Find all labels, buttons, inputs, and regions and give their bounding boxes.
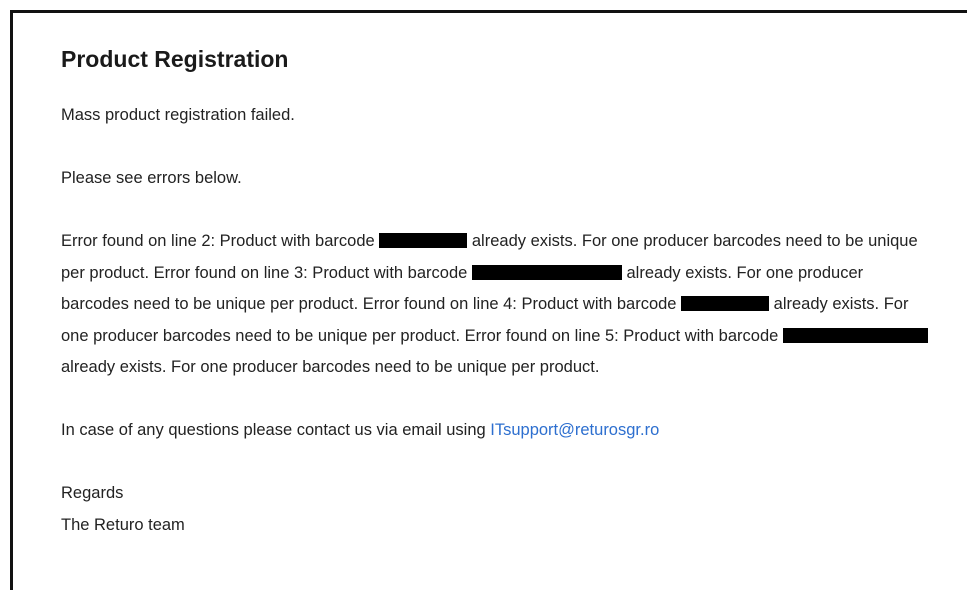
redacted-barcode-1	[379, 233, 468, 248]
email-title: Product Registration	[61, 46, 289, 72]
error-list: Error found on line 2: Product with barc…	[61, 226, 931, 384]
error-text-1: Error found on line 2: Product with barc…	[61, 232, 375, 250]
email-body: Product Registration Mass product regist…	[61, 41, 931, 541]
error-text-5: already exists. For one producer barcode…	[61, 358, 600, 376]
redacted-barcode-2	[471, 264, 622, 280]
intro-text: Mass product registration failed.	[61, 106, 295, 124]
redacted-barcode-3	[681, 296, 770, 311]
regards-text: Regards	[61, 484, 124, 502]
redacted-barcode-4	[782, 327, 928, 343]
support-email-link[interactable]: ITsupport@returosgr.ro	[490, 421, 659, 439]
contact-line: In case of any questions please contact …	[61, 415, 931, 447]
team-signature: The Returo team	[61, 515, 185, 534]
contact-text: In case of any questions please contact …	[61, 421, 486, 439]
email-frame: Product Registration Mass product regist…	[10, 10, 967, 590]
see-errors-text: Please see errors below.	[61, 169, 242, 187]
signoff: Regards The Returo team	[61, 478, 931, 541]
